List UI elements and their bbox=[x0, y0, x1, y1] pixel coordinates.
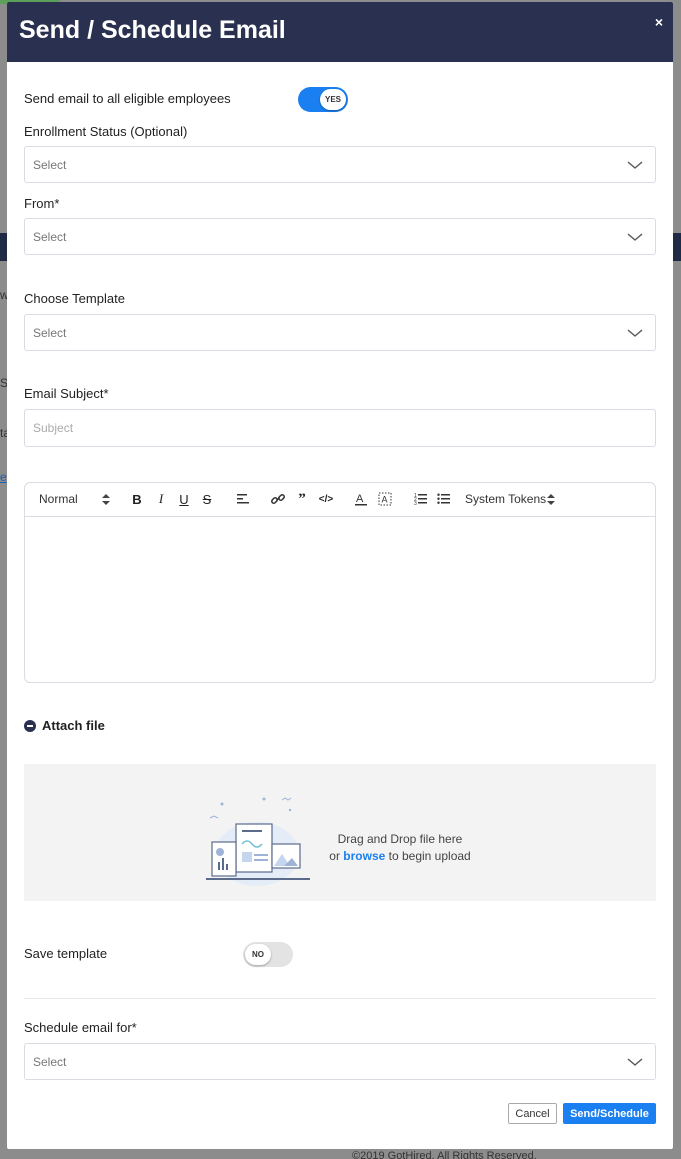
blockquote-icon[interactable]: ” bbox=[294, 491, 310, 507]
send-all-label: Send email to all eligible employees bbox=[24, 91, 231, 106]
subject-label: Email Subject* bbox=[24, 386, 109, 401]
dropzone-or-text: or bbox=[329, 849, 340, 863]
template-label: Choose Template bbox=[24, 291, 125, 306]
template-select[interactable]: Select bbox=[24, 314, 656, 351]
chevron-down-icon bbox=[627, 329, 643, 337]
link-icon[interactable] bbox=[270, 491, 286, 507]
save-template-toggle[interactable]: NO bbox=[243, 942, 293, 967]
attach-file-toggle[interactable]: Attach file bbox=[24, 718, 105, 733]
chevron-down-icon bbox=[627, 161, 643, 169]
cancel-button[interactable]: Cancel bbox=[508, 1103, 557, 1124]
system-tokens-arrows-icon bbox=[547, 494, 555, 505]
code-icon[interactable]: </> bbox=[318, 491, 334, 507]
save-template-label: Save template bbox=[24, 946, 108, 961]
upload-illustration-icon bbox=[206, 797, 310, 886]
editor-content-area[interactable] bbox=[25, 517, 655, 682]
modal-header: Send / Schedule Email × bbox=[7, 2, 673, 62]
strike-icon[interactable]: S bbox=[199, 491, 215, 507]
svg-text:3: 3 bbox=[414, 501, 417, 507]
format-select[interactable]: Normal bbox=[39, 492, 78, 506]
select-value: Select bbox=[33, 158, 67, 172]
dropzone-text: Drag and Drop file here or browse to beg… bbox=[314, 831, 486, 865]
bullet-list-icon[interactable] bbox=[436, 491, 452, 507]
email-body-editor: Normal B I U S ” </> A A 123 System Toke… bbox=[24, 482, 656, 683]
underline-icon[interactable]: U bbox=[176, 491, 192, 507]
close-button[interactable]: × bbox=[655, 14, 663, 30]
enrollment-status-select[interactable]: Select bbox=[24, 146, 656, 183]
send-all-toggle[interactable]: YES bbox=[298, 87, 348, 112]
italic-icon[interactable]: I bbox=[153, 491, 169, 507]
editor-toolbar: Normal B I U S ” </> A A 123 System Toke… bbox=[25, 483, 655, 517]
toggle-knob: NO bbox=[245, 944, 271, 965]
minus-circle-icon bbox=[24, 719, 36, 732]
svg-text:A: A bbox=[382, 495, 388, 505]
ordered-list-icon[interactable]: 123 bbox=[413, 491, 429, 507]
dropzone-line2: or browse to begin upload bbox=[314, 848, 486, 865]
send-schedule-button[interactable]: Send/Schedule bbox=[563, 1103, 656, 1124]
format-select-arrows-icon bbox=[102, 494, 110, 505]
background-color-icon[interactable]: A bbox=[377, 491, 393, 507]
browse-link[interactable]: browse bbox=[343, 849, 385, 863]
enrollment-status-label: Enrollment Status (Optional) bbox=[24, 124, 188, 139]
align-icon[interactable] bbox=[235, 491, 251, 507]
send-email-modal: Send / Schedule Email × Send email to al… bbox=[7, 2, 673, 1149]
subject-input[interactable] bbox=[24, 409, 656, 447]
svg-text:A: A bbox=[356, 493, 364, 505]
select-value: Select bbox=[33, 326, 67, 340]
from-select[interactable]: Select bbox=[24, 218, 656, 255]
chevron-down-icon bbox=[627, 1058, 643, 1066]
select-value: Select bbox=[33, 1055, 67, 1069]
chevron-down-icon bbox=[627, 233, 643, 241]
from-label: From* bbox=[24, 196, 60, 211]
file-dropzone[interactable]: Drag and Drop file here or browse to beg… bbox=[24, 764, 656, 901]
attach-file-label: Attach file bbox=[42, 718, 105, 733]
modal-title: Send / Schedule Email bbox=[19, 16, 286, 44]
schedule-select[interactable]: Select bbox=[24, 1043, 656, 1080]
text-color-icon[interactable]: A bbox=[353, 491, 369, 507]
background-link-fragment: e bbox=[0, 470, 7, 484]
bold-icon[interactable]: B bbox=[129, 491, 145, 507]
system-tokens-select[interactable]: System Tokens bbox=[465, 492, 546, 506]
toggle-knob: YES bbox=[320, 89, 346, 110]
dropzone-upload-text: to begin upload bbox=[388, 849, 471, 863]
dropzone-line1: Drag and Drop file here bbox=[337, 832, 463, 846]
background-footer: ©2019 GotHired. All Rights Reserved. bbox=[352, 1150, 537, 1159]
schedule-label: Schedule email for* bbox=[24, 1020, 137, 1035]
section-divider bbox=[24, 998, 656, 999]
select-value: Select bbox=[33, 230, 67, 244]
